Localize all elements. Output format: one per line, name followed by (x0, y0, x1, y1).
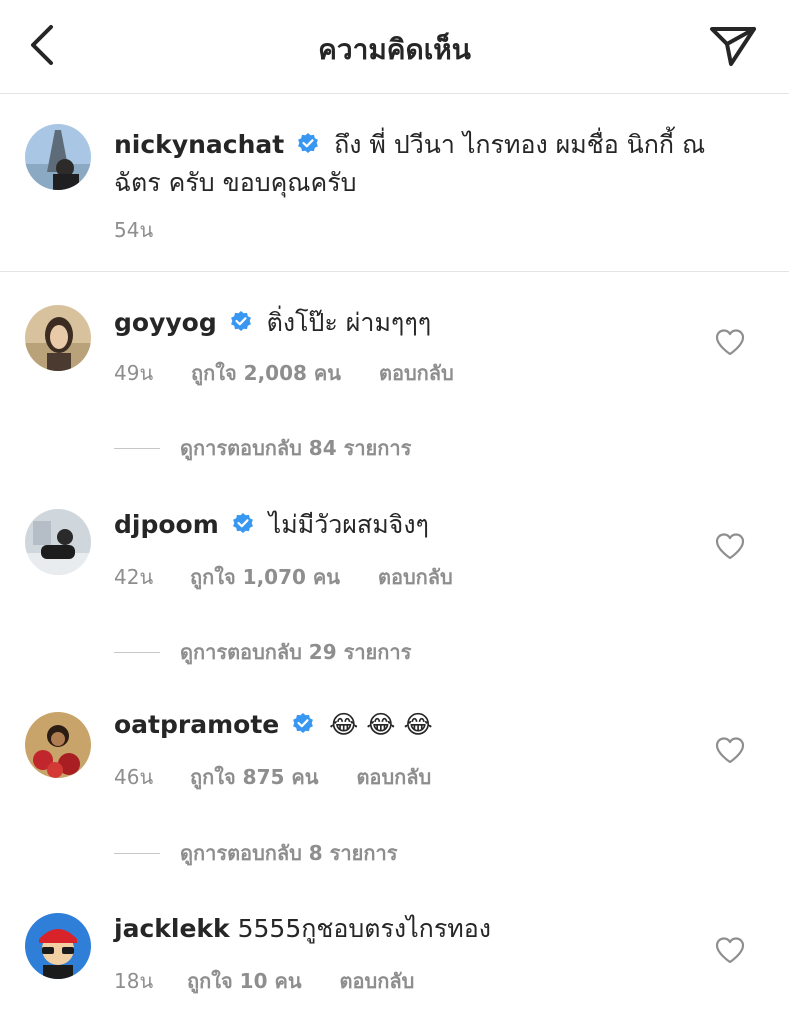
comment-text: 5555กูชอบตรงไกรทอง (237, 914, 491, 943)
comment-text-block: jacklekk 5555กูชอบตรงไกรทอง (114, 910, 749, 948)
view-replies-label: ดูการตอบกลับ 84 รายการ (180, 436, 412, 460)
page-title: ความคิดเห็น (318, 33, 471, 66)
comment-text-block: goyyog ติ่งโป๊ะ ผ่ามๆๆๆ (114, 304, 749, 342)
verified-badge-icon (230, 311, 251, 331)
view-replies-button[interactable]: ดูการตอบกลับ 84 รายการ (114, 432, 411, 464)
comment-meta: 18น ถูกใจ 10 คน ตอบกลับ (114, 965, 414, 997)
likes-count[interactable]: ถูกใจ 1,070 คน (190, 561, 340, 593)
comment-username[interactable]: jacklekk (114, 914, 230, 943)
likes-count[interactable]: ถูกใจ 875 คน (190, 761, 318, 793)
view-replies-button[interactable]: ดูการตอบกลับ 8 รายการ (114, 837, 397, 869)
heart-icon[interactable] (715, 736, 745, 764)
timestamp: 49น (114, 361, 154, 385)
verified-badge-icon (232, 513, 253, 533)
timestamp: 18น (114, 969, 154, 993)
reply-button[interactable]: ตอบกลับ (340, 965, 415, 997)
likes-count[interactable]: ถูกใจ 10 คน (187, 965, 302, 997)
caption-text-block: nickynachat ถึง พี่ ปวีนา ไกรทอง ผมชื่อ … (114, 126, 749, 202)
timestamp: 46น (114, 765, 154, 789)
comment-text: ไม่มีวัวผสมจิงๆ (268, 510, 429, 539)
view-replies-label: ดูการตอบกลับ 8 รายการ (180, 841, 398, 865)
divider-line (114, 651, 160, 653)
heart-icon[interactable] (715, 936, 745, 964)
comment-meta: 42น ถูกใจ 1,070 คน ตอบกลับ (114, 561, 453, 593)
timestamp: 42น (114, 565, 154, 589)
avatar[interactable] (25, 305, 91, 371)
heart-icon[interactable] (715, 532, 745, 560)
avatar[interactable] (25, 712, 91, 778)
comment-text-block: oatpramote 😂 😂 😂 (114, 706, 749, 744)
caption-username[interactable]: nickynachat (114, 130, 284, 159)
heart-icon[interactable] (715, 328, 745, 356)
avatar[interactable] (25, 509, 91, 575)
paper-plane-icon (710, 27, 756, 66)
divider-line (114, 447, 160, 449)
comment-text-block: djpoom ไม่มีวัวผสมจิงๆ (114, 506, 749, 544)
view-replies-button[interactable]: ดูการตอบกลับ 29 รายการ (114, 636, 411, 668)
verified-badge-icon (298, 133, 319, 153)
comment-text: ติ่งโป๊ะ ผ่ามๆๆๆ (266, 308, 432, 337)
comment-username[interactable]: djpoom (114, 510, 219, 539)
comment-meta: 46น ถูกใจ 875 คน ตอบกลับ (114, 761, 431, 793)
avatar[interactable] (25, 913, 91, 979)
post-caption: nickynachat ถึง พี่ ปวีนา ไกรทอง ผมชื่อ … (0, 94, 789, 272)
comment-username[interactable]: goyyog (114, 308, 217, 337)
timestamp: 54น (114, 218, 154, 242)
likes-count[interactable]: ถูกใจ 2,008 คน (191, 357, 341, 389)
comment-username[interactable]: oatpramote (114, 710, 279, 739)
caption-meta: 54น (114, 214, 153, 246)
verified-badge-icon (293, 713, 314, 733)
reply-button[interactable]: ตอบกลับ (379, 357, 454, 389)
avatar[interactable] (25, 124, 91, 190)
divider-line (114, 852, 160, 854)
top-bar: ความคิดเห็น (0, 0, 789, 94)
comment-text: 😂 😂 😂 (329, 710, 433, 739)
share-button[interactable] (707, 22, 759, 70)
reply-button[interactable]: ตอบกลับ (356, 761, 431, 793)
view-replies-label: ดูการตอบกลับ 29 รายการ (180, 640, 412, 664)
reply-button[interactable]: ตอบกลับ (378, 561, 453, 593)
comment-meta: 49น ถูกใจ 2,008 คน ตอบกลับ (114, 357, 454, 389)
